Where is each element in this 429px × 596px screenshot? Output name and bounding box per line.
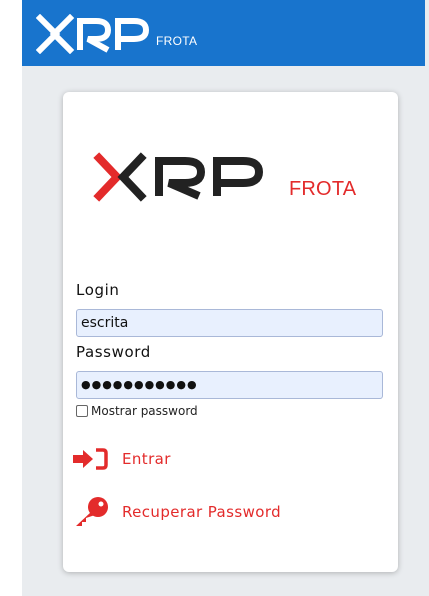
login-card: FROTA Login Password ●●●●●●●●●●● Mostrar…: [63, 92, 398, 572]
scroll-gutter: [425, 0, 429, 596]
login-input[interactable]: [76, 309, 383, 337]
login-label: Login: [76, 281, 120, 299]
show-password-row[interactable]: Mostrar password: [76, 404, 198, 418]
brand-logo-sub: FROTA: [289, 178, 357, 200]
sign-in-icon: [73, 448, 108, 470]
header-logo-sub: FROTA: [156, 34, 198, 48]
enter-button[interactable]: Entrar: [72, 448, 171, 470]
xrp-brand-logo-icon: [93, 152, 264, 202]
xrp-logo-icon: [36, 14, 150, 54]
show-password-label: Mostrar password: [91, 404, 198, 418]
recover-password-label: Recuperar Password: [122, 503, 282, 521]
enter-label: Entrar: [122, 450, 171, 468]
show-password-checkbox[interactable]: [76, 405, 88, 417]
left-strip: [0, 0, 22, 596]
recover-password-button[interactable]: Recuperar Password: [72, 496, 281, 528]
key-icon: [76, 497, 108, 526]
password-label: Password: [76, 343, 151, 361]
password-input[interactable]: ●●●●●●●●●●●: [76, 371, 383, 399]
top-bar: FROTA: [22, 0, 425, 66]
